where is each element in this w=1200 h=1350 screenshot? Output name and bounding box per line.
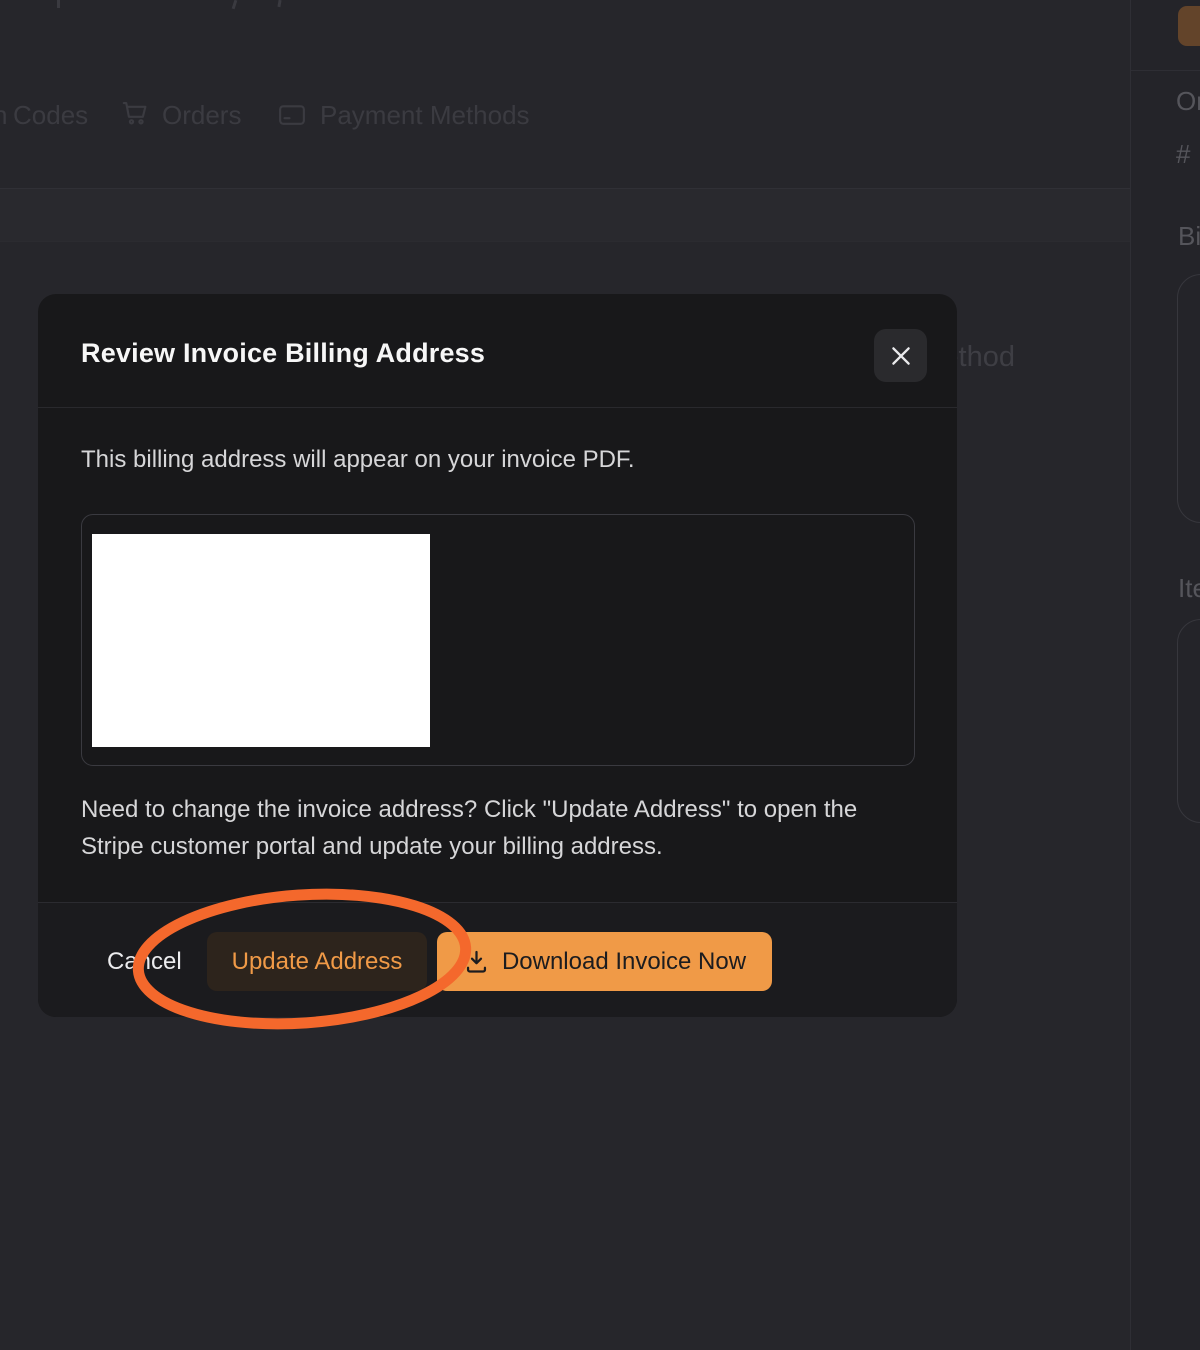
cart-icon	[120, 98, 150, 128]
close-icon	[888, 343, 914, 369]
billing-card-fragment	[1177, 274, 1200, 523]
download-icon	[463, 948, 490, 975]
background-divider-band	[0, 188, 1130, 242]
dialog-title: Review Invoice Billing Address	[81, 338, 485, 369]
items-card-fragment	[1177, 619, 1200, 823]
review-invoice-billing-address-dialog: Review Invoice Billing Address This bill…	[38, 294, 957, 1017]
right-panel: Or # Bil Ite	[1130, 0, 1200, 1350]
tab-orders[interactable]: Orders	[162, 100, 241, 131]
cancel-button[interactable]: Cancel	[97, 932, 192, 991]
clipped-heading-fragment	[57, 0, 60, 8]
billing-label-fragment: Bil	[1178, 221, 1200, 252]
tab-fragment: n	[0, 100, 7, 131]
tab-payment-methods[interactable]: Payment Methods	[320, 100, 530, 131]
tab-codes[interactable]: Codes	[13, 100, 88, 131]
dialog-footer: Cancel Update Address Download Invoice N…	[38, 902, 957, 1017]
download-invoice-button[interactable]: Download Invoice Now	[437, 932, 772, 991]
update-address-button[interactable]: Update Address	[207, 932, 427, 991]
dialog-note-text: Need to change the invoice address? Clic…	[81, 791, 921, 865]
download-button-label: Download Invoice Now	[502, 948, 746, 976]
page-root: { "background": { "clipped_tab_prefix": …	[0, 0, 1200, 1350]
dialog-intro-text: This billing address will appear on your…	[81, 446, 635, 474]
clipped-heading-fragment	[277, 0, 281, 7]
close-button[interactable]	[874, 329, 927, 382]
billing-address-preview-box	[81, 514, 915, 766]
order-number-fragment: #	[1176, 139, 1190, 170]
redacted-address-block	[92, 534, 430, 747]
dialog-header: Review Invoice Billing Address	[38, 294, 957, 408]
right-panel-divider	[1131, 70, 1200, 71]
clipped-heading-fragment	[232, 0, 238, 9]
items-label-fragment: Ite	[1178, 573, 1200, 604]
order-label-fragment: Or	[1176, 86, 1200, 117]
credit-card-icon	[277, 100, 307, 130]
clipped-button-fragment	[1178, 6, 1200, 46]
